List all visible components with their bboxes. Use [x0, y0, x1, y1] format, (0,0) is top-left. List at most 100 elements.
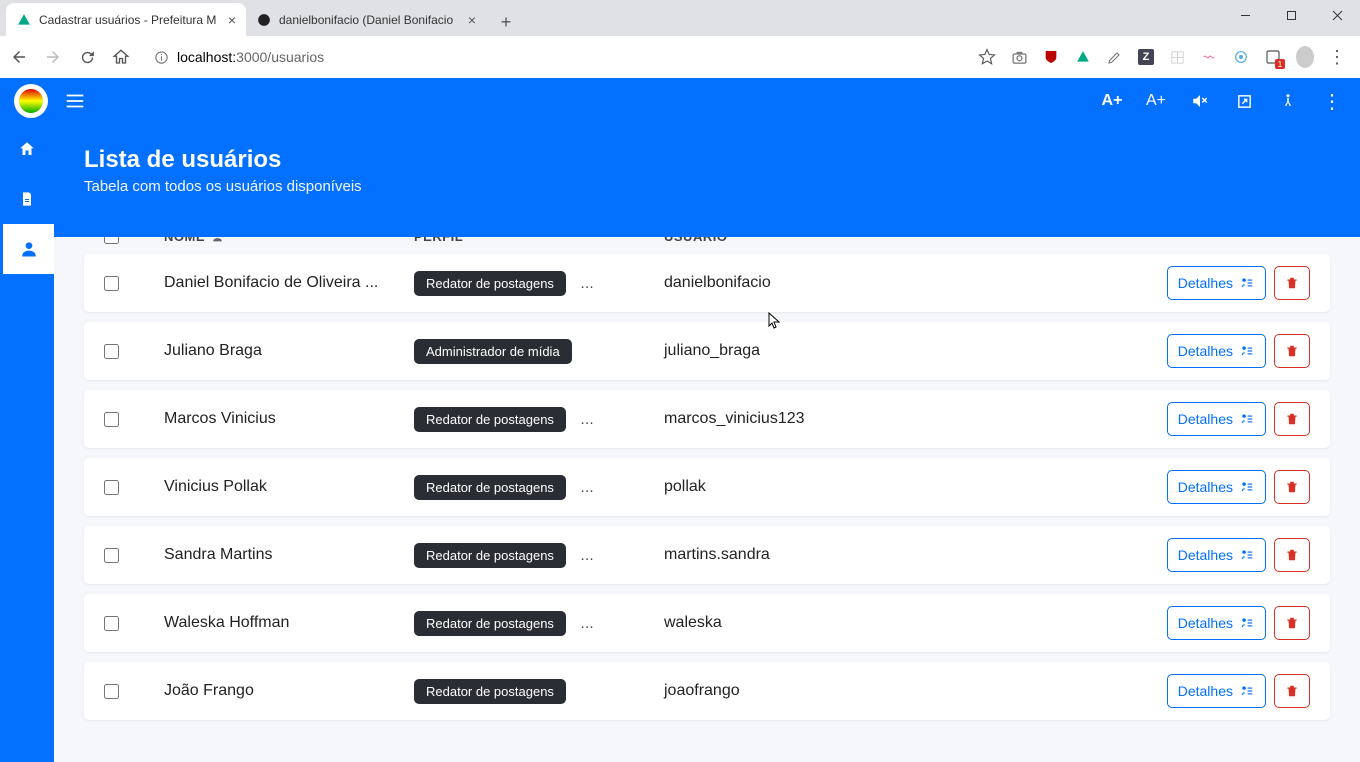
- row-checkbox[interactable]: [104, 548, 119, 563]
- row-checkbox[interactable]: [104, 616, 119, 631]
- site-info-icon[interactable]: [154, 50, 169, 65]
- profile-chip: Administrador de mídia: [414, 339, 572, 364]
- tab-close-icon[interactable]: ×: [228, 12, 236, 28]
- details-button[interactable]: Detalhes: [1167, 674, 1266, 708]
- accessibility-icon[interactable]: [1274, 92, 1302, 110]
- font-increase-button[interactable]: A+: [1142, 92, 1170, 110]
- row-username: marcos_vinicius123: [664, 410, 805, 427]
- trash-icon: [1285, 683, 1299, 699]
- open-external-icon[interactable]: [1230, 93, 1258, 110]
- extension-triangle-icon[interactable]: [1074, 48, 1092, 66]
- browser-url-box[interactable]: localhost:3000/usuarios: [144, 49, 966, 65]
- favicon-icon: [16, 12, 32, 28]
- trash-icon: [1285, 615, 1299, 631]
- extension-wave-icon[interactable]: [1200, 48, 1218, 66]
- more-profiles-icon[interactable]: ...: [580, 479, 593, 496]
- sidebar-item-home[interactable]: [0, 124, 54, 174]
- colorpicker-ext-icon[interactable]: [1106, 48, 1124, 66]
- extension-circle-icon[interactable]: [1232, 48, 1250, 66]
- row-checkbox[interactable]: [104, 344, 119, 359]
- delete-button[interactable]: [1274, 266, 1310, 300]
- more-profiles-icon[interactable]: ...: [580, 547, 593, 564]
- main-area: A+ A+ ⋮ Lista de usuários Tabela com tod…: [54, 78, 1360, 762]
- more-profiles-icon[interactable]: ...: [580, 411, 593, 428]
- trash-icon: [1285, 275, 1299, 291]
- delete-button[interactable]: [1274, 334, 1310, 368]
- window-close-button[interactable]: [1314, 0, 1360, 30]
- table-row: Vinicius Pollak Redator de postagens ...…: [84, 458, 1330, 516]
- details-icon: [1239, 548, 1255, 562]
- browser-tab-active[interactable]: Cadastrar usuários - Prefeitura M ×: [6, 3, 246, 36]
- new-tab-button[interactable]: +: [492, 8, 520, 36]
- browser-toolbar-right: Z ⋮: [978, 47, 1352, 68]
- row-name: Waleska Hoffman: [164, 614, 289, 632]
- extension-box-icon[interactable]: [1264, 48, 1282, 66]
- row-checkbox[interactable]: [104, 412, 119, 427]
- details-button[interactable]: Detalhes: [1167, 402, 1266, 436]
- delete-button[interactable]: [1274, 674, 1310, 708]
- row-checkbox[interactable]: [104, 480, 119, 495]
- trash-icon: [1285, 479, 1299, 495]
- row-username: danielbonifacio: [664, 274, 771, 291]
- page-header: Lista de usuários Tabela com todos os us…: [54, 124, 1360, 237]
- sidebar-item-documents[interactable]: [0, 174, 54, 224]
- chrome-profile-avatar[interactable]: [1296, 48, 1314, 66]
- details-button[interactable]: Detalhes: [1167, 470, 1266, 504]
- browser-address-bar: localhost:3000/usuarios Z: [0, 36, 1360, 78]
- row-checkbox[interactable]: [104, 276, 119, 291]
- details-icon: [1239, 412, 1255, 426]
- app-container: A+ A+ ⋮ Lista de usuários Tabela com tod…: [0, 78, 1360, 762]
- camera-icon[interactable]: [1010, 48, 1028, 66]
- browser-tab-bar: Cadastrar usuários - Prefeitura M × dani…: [0, 0, 1360, 36]
- menu-toggle-icon[interactable]: [64, 90, 86, 112]
- tab-close-icon[interactable]: ×: [468, 12, 476, 28]
- ublock-ext-icon[interactable]: [1042, 48, 1060, 66]
- browser-back-button[interactable]: [8, 46, 30, 68]
- browser-reload-button[interactable]: [76, 46, 98, 68]
- browser-menu-icon[interactable]: ⋮: [1328, 47, 1346, 68]
- font-increase-bold-button[interactable]: A+: [1098, 92, 1126, 110]
- details-button[interactable]: Detalhes: [1167, 266, 1266, 300]
- window-maximize-button[interactable]: [1268, 0, 1314, 30]
- details-button[interactable]: Detalhes: [1167, 334, 1266, 368]
- delete-button[interactable]: [1274, 470, 1310, 504]
- delete-button[interactable]: [1274, 538, 1310, 572]
- table-row: Juliano Braga Administrador de mídia jul…: [84, 322, 1330, 380]
- table-row: Daniel Bonifacio de Oliveira ... Redator…: [84, 254, 1330, 312]
- details-button-label: Detalhes: [1178, 411, 1233, 427]
- github-favicon-icon: [256, 12, 272, 28]
- row-name: Daniel Bonifacio de Oliveira ...: [164, 274, 378, 292]
- details-button[interactable]: Detalhes: [1167, 606, 1266, 640]
- extension-z-icon[interactable]: Z: [1138, 49, 1154, 65]
- browser-forward-button[interactable]: [42, 46, 64, 68]
- details-icon: [1239, 616, 1255, 630]
- table-row: Marcos Vinicius Redator de postagens ...…: [84, 390, 1330, 448]
- browser-tab[interactable]: danielbonifacio (Daniel Bonifacio ×: [246, 3, 486, 36]
- row-username: juliano_braga: [664, 342, 760, 359]
- more-profiles-icon[interactable]: ...: [580, 615, 593, 632]
- details-button-label: Detalhes: [1178, 615, 1233, 631]
- app-more-icon[interactable]: ⋮: [1318, 89, 1346, 114]
- app-logo[interactable]: [14, 84, 48, 118]
- table-row: João Frango Redator de postagens joaofra…: [84, 662, 1330, 720]
- bookmark-star-icon[interactable]: [978, 48, 996, 66]
- row-username: waleska: [664, 614, 722, 631]
- trash-icon: [1285, 411, 1299, 427]
- mute-icon[interactable]: [1186, 92, 1214, 110]
- window-minimize-button[interactable]: [1222, 0, 1268, 30]
- row-checkbox[interactable]: [104, 684, 119, 699]
- sidebar-item-users[interactable]: [0, 224, 54, 274]
- browser-home-button[interactable]: [110, 46, 132, 68]
- delete-button[interactable]: [1274, 606, 1310, 640]
- page-subtitle: Tabela com todos os usuários disponíveis: [84, 178, 1330, 195]
- details-button[interactable]: Detalhes: [1167, 538, 1266, 572]
- row-name: Juliano Braga: [164, 342, 262, 360]
- row-username: pollak: [664, 478, 706, 495]
- delete-button[interactable]: [1274, 402, 1310, 436]
- extension-grid-icon[interactable]: [1168, 48, 1186, 66]
- browser-tab-title: danielbonifacio (Daniel Bonifacio: [279, 13, 461, 27]
- row-name: Marcos Vinicius: [164, 410, 276, 428]
- details-button-label: Detalhes: [1178, 547, 1233, 563]
- profile-chip: Redator de postagens: [414, 611, 566, 636]
- more-profiles-icon[interactable]: ...: [580, 275, 593, 292]
